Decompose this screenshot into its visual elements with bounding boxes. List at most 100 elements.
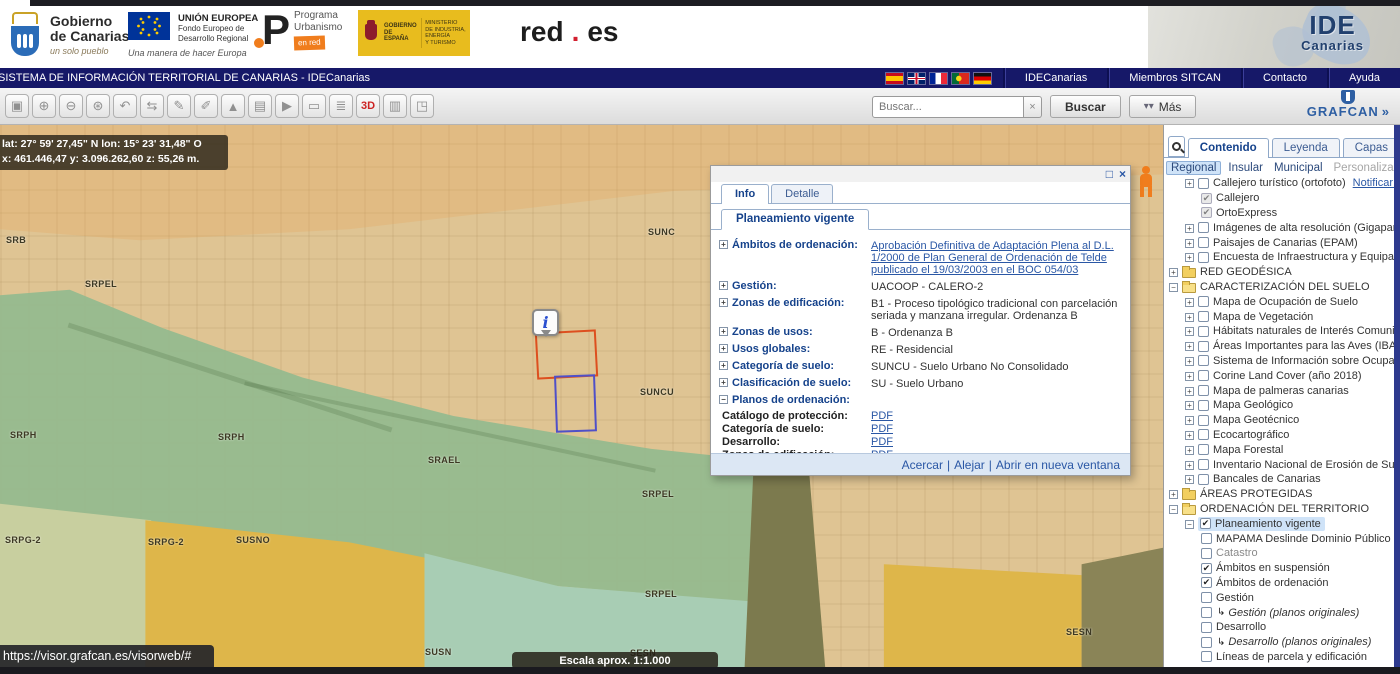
notify-error-link[interactable]: Notificar error	[1353, 177, 1400, 189]
info-marker-icon[interactable]: i	[532, 309, 559, 336]
expand-plus-icon[interactable]: +	[1185, 416, 1194, 425]
france-flag-icon[interactable]	[930, 73, 947, 84]
clear-search-button[interactable]: ×	[1024, 96, 1042, 118]
tree-row[interactable]: +Bancales de Canarias	[1164, 472, 1400, 487]
view-3d-button[interactable]: 3D	[356, 94, 380, 118]
tree-row[interactable]: −✔Planeamiento vigente	[1164, 516, 1400, 531]
expand-plus-icon[interactable]: +	[1185, 224, 1194, 233]
layer-checkbox[interactable]	[1198, 237, 1209, 248]
uk-flag-icon[interactable]	[908, 73, 925, 84]
tree-row[interactable]: +Sistema de Información sobre Ocupación …	[1164, 354, 1400, 369]
tree-row[interactable]: +Imágenes de alta resolución (Gigapan)	[1164, 220, 1400, 235]
expand-plus-icon[interactable]: +	[1169, 268, 1178, 277]
nav-item-contacto[interactable]: Contacto	[1241, 68, 1327, 88]
pedestrian-marker-icon[interactable]	[1137, 166, 1155, 198]
nav-item-ayuda[interactable]: Ayuda	[1327, 68, 1400, 88]
expand-plus-icon[interactable]: +	[1185, 313, 1194, 322]
expand-plus-icon[interactable]: +	[1169, 490, 1178, 499]
layer-checkbox[interactable]	[1198, 385, 1209, 396]
layer-checkbox[interactable]	[1198, 326, 1209, 337]
layers-button[interactable]: ≣	[329, 94, 353, 118]
layer-checkbox[interactable]: ✔	[1201, 563, 1212, 574]
layer-checkbox[interactable]: ✔	[1201, 207, 1212, 218]
tree-row[interactable]: Gestión	[1164, 590, 1400, 605]
tree-row[interactable]: Desarrollo	[1164, 620, 1400, 635]
expand-plus-icon[interactable]: +	[1185, 387, 1194, 396]
tree-row[interactable]: +Encuesta de Infraestructura y Equipamie…	[1164, 250, 1400, 265]
layer-checkbox[interactable]	[1201, 622, 1212, 633]
expand-plus-icon[interactable]: +	[719, 298, 728, 307]
grafcan-logo[interactable]: GRAFCAN»	[1307, 90, 1390, 119]
tree-row[interactable]: ↳Desarrollo (planos originales)	[1164, 635, 1400, 650]
layer-checkbox[interactable]	[1201, 651, 1212, 662]
mas-button[interactable]: ▾▾Más	[1129, 95, 1197, 118]
tree-row[interactable]: +Corine Land Cover (año 2018)	[1164, 368, 1400, 383]
layer-checkbox[interactable]	[1198, 252, 1209, 263]
layer-checkbox[interactable]	[1198, 341, 1209, 352]
previous-view-button[interactable]: ↶	[113, 94, 137, 118]
expand-plus-icon[interactable]: +	[1185, 475, 1194, 484]
tree-row[interactable]: +Mapa Geológico	[1164, 398, 1400, 413]
layer-checkbox[interactable]	[1198, 459, 1209, 470]
footer-link-0[interactable]: Acercar	[902, 458, 943, 472]
expand-plus-icon[interactable]: +	[1185, 461, 1194, 470]
tree-row[interactable]: ✔Ámbitos en suspensión	[1164, 561, 1400, 576]
tree-row[interactable]: ✔Ámbitos de ordenación	[1164, 576, 1400, 591]
tree-row[interactable]: ↳Gestión (planos originales)	[1164, 605, 1400, 620]
expand-plus-icon[interactable]: +	[1185, 446, 1194, 455]
expand-plus-icon[interactable]: +	[1185, 239, 1194, 248]
field-value-link[interactable]: Aprobación Definitiva de Adaptación Plen…	[871, 240, 1114, 276]
layer-checkbox[interactable]	[1201, 533, 1212, 544]
layer-checkbox[interactable]	[1198, 178, 1209, 189]
collapse-minus-icon[interactable]: −	[1169, 505, 1178, 514]
close-icon[interactable]: ×	[1119, 167, 1126, 181]
collapse-minus-icon[interactable]: −	[719, 395, 728, 404]
tree-row[interactable]: +Hábitats naturales de Interés Comunitar…	[1164, 324, 1400, 339]
layer-checkbox[interactable]	[1198, 355, 1209, 366]
view-history-button[interactable]: ⇆	[140, 94, 164, 118]
scope-regional[interactable]: Regional	[1166, 161, 1221, 175]
select-area-button[interactable]: ▭	[302, 94, 326, 118]
tree-row[interactable]: +Inventario Nacional de Erosión de Suelo…	[1164, 457, 1400, 472]
layer-checkbox[interactable]	[1198, 222, 1209, 233]
tab-contenido[interactable]: Contenido	[1188, 138, 1269, 158]
section-title[interactable]: Planeamiento vigente	[721, 209, 869, 230]
scope-insular[interactable]: Insular	[1224, 162, 1267, 174]
expand-plus-icon[interactable]: +	[719, 378, 728, 387]
popup-titlebar[interactable]: □ ×	[711, 166, 1130, 182]
layer-checkbox[interactable]	[1198, 311, 1209, 322]
tree-row[interactable]: MAPAMA Deslinde Dominio Público Marítim	[1164, 531, 1400, 546]
full-extent-button[interactable]: ▣	[5, 94, 29, 118]
tree-row[interactable]: +Mapa Forestal	[1164, 442, 1400, 457]
expand-plus-icon[interactable]: +	[1185, 431, 1194, 440]
tab-leyenda[interactable]: Leyenda	[1272, 138, 1340, 157]
layer-checkbox[interactable]: ✔	[1200, 518, 1211, 529]
footer-link-2[interactable]: Abrir en nueva ventana	[996, 458, 1120, 472]
portugal-flag-icon[interactable]	[952, 73, 969, 84]
measure-button[interactable]: ✐	[194, 94, 218, 118]
expand-plus-icon[interactable]: +	[1185, 179, 1194, 188]
draw-button[interactable]: ✎	[167, 94, 191, 118]
minimize-icon[interactable]: □	[1106, 167, 1113, 181]
expand-plus-icon[interactable]: +	[719, 361, 728, 370]
tree-row[interactable]: −ORDENACIÓN DEL TERRITORIO	[1164, 502, 1400, 517]
tree-row[interactable]: −CARACTERIZACIÓN DEL SUELO	[1164, 280, 1400, 295]
layer-checkbox[interactable]	[1201, 548, 1212, 559]
print-button[interactable]: ▤	[248, 94, 272, 118]
expand-plus-icon[interactable]: +	[1185, 253, 1194, 262]
tree-row[interactable]: Líneas de parcela y edificación	[1164, 650, 1400, 665]
layer-checkbox[interactable]: ✔	[1201, 577, 1212, 588]
layer-checkbox[interactable]	[1201, 637, 1212, 648]
germany-flag-icon[interactable]	[974, 73, 991, 84]
expand-plus-icon[interactable]: +	[1185, 401, 1194, 410]
search-input[interactable]	[872, 96, 1024, 118]
layer-checkbox[interactable]	[1198, 444, 1209, 455]
scope-municipal[interactable]: Municipal	[1270, 162, 1327, 174]
tree-row[interactable]: +Ecocartográfico	[1164, 428, 1400, 443]
tab-info[interactable]: Info	[721, 184, 769, 204]
plano-pdf-link[interactable]: PDF	[871, 410, 893, 421]
layer-checkbox[interactable]	[1201, 592, 1212, 603]
expand-plus-icon[interactable]: +	[719, 327, 728, 336]
tab-detalle[interactable]: Detalle	[771, 184, 833, 203]
tree-row[interactable]: +Mapa Geotécnico	[1164, 413, 1400, 428]
